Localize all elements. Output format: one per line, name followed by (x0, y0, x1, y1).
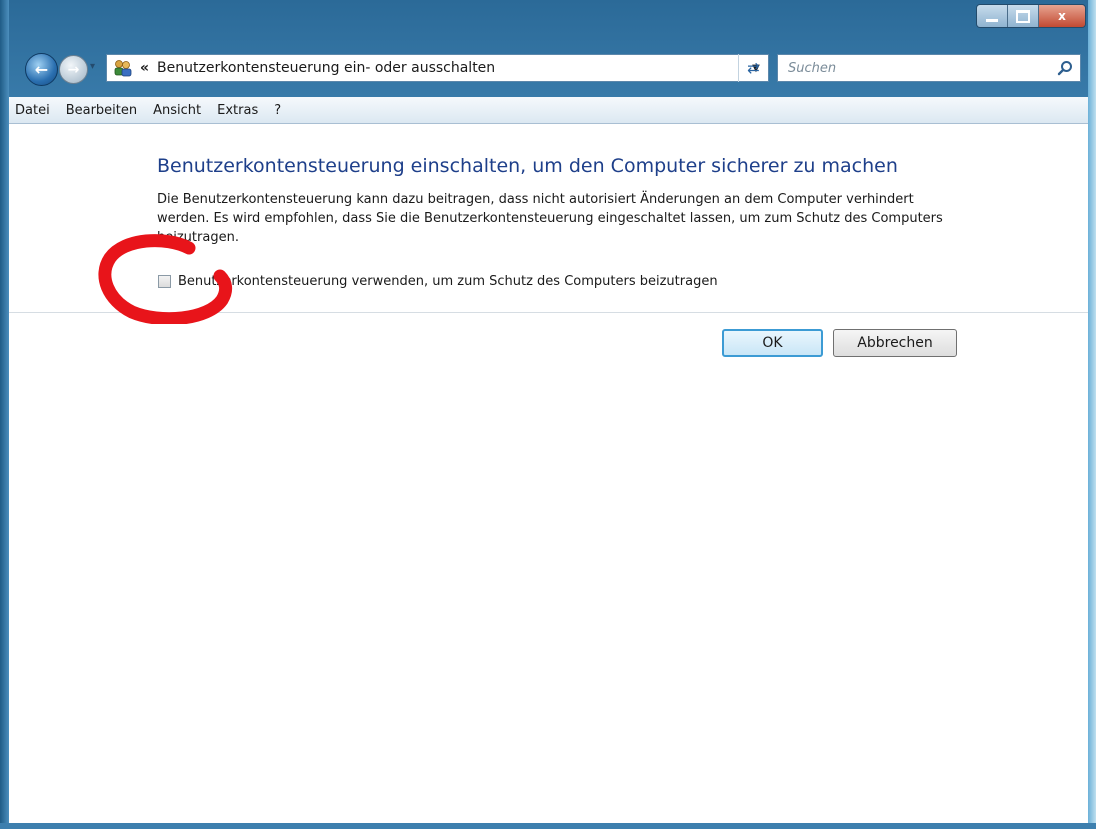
menu-item-help[interactable]: ? (266, 103, 289, 118)
page-title: Benutzerkontensteuerung einschalten, um … (157, 155, 898, 177)
maximize-icon (1016, 9, 1030, 23)
address-bar[interactable]: « Benutzerkontensteuerung ein- oder auss… (106, 54, 769, 82)
minimize-button[interactable] (977, 5, 1008, 27)
description-text: Die Benutzerkontensteuerung kann dazu be… (157, 192, 943, 245)
uac-checkbox-row[interactable]: Benutzerkontensteuerung verwenden, um zu… (158, 274, 718, 289)
forward-arrow-icon: → (67, 61, 80, 78)
menu-item-bearbeiten[interactable]: Bearbeiten (58, 103, 145, 118)
breadcrumb-overflow-icon[interactable]: « (140, 60, 149, 76)
menu-bar: Datei Bearbeiten Ansicht Extras ? (9, 97, 1088, 124)
chevron-down-icon: ▾ (90, 61, 96, 72)
search-icon[interactable] (1054, 57, 1076, 79)
control-panel-users-icon (113, 59, 133, 77)
minimize-icon (986, 18, 998, 22)
uac-checkbox[interactable] (158, 275, 171, 288)
search-input[interactable]: Suchen (788, 61, 1054, 76)
close-icon: x (1058, 9, 1066, 23)
window-frame-right (1088, 0, 1096, 829)
navigation-bar: ← → ▾ « Benutzerkontensteuerung ein- ode… (9, 49, 1088, 89)
back-button[interactable]: ← (25, 53, 58, 86)
menu-item-extras[interactable]: Extras (209, 103, 266, 118)
window-frame-left (0, 0, 9, 829)
maximize-button[interactable] (1008, 5, 1039, 27)
menu-item-ansicht[interactable]: Ansicht (145, 103, 209, 118)
ok-button[interactable]: OK (722, 329, 823, 357)
refresh-button[interactable]: ⇄ (738, 54, 768, 82)
content-pane: Benutzerkontensteuerung einschalten, um … (9, 124, 1088, 823)
refresh-icon: ⇄ (747, 59, 760, 77)
divider (9, 312, 1088, 313)
forward-button[interactable]: → (59, 55, 88, 84)
title-buttons: x (976, 4, 1086, 28)
back-arrow-icon: ← (34, 60, 49, 79)
recent-pages-button[interactable]: ▾ (90, 62, 100, 72)
uac-checkbox-label[interactable]: Benutzerkontensteuerung verwenden, um zu… (178, 274, 718, 289)
cancel-button[interactable]: Abbrechen (833, 329, 957, 357)
address-text[interactable]: Benutzerkontensteuerung ein- oder aussch… (157, 60, 748, 76)
search-box[interactable]: Suchen (777, 54, 1081, 82)
window-frame-bottom (0, 823, 1096, 829)
menu-item-datei[interactable]: Datei (9, 103, 58, 118)
close-button[interactable]: x (1039, 5, 1085, 27)
